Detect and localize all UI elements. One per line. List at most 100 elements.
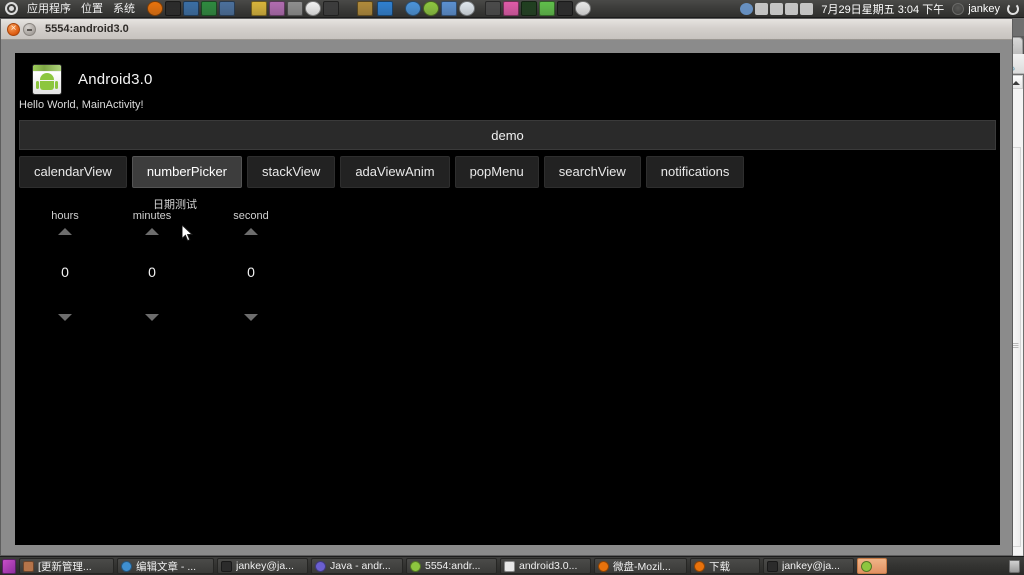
taskbar-item[interactable]: jankey@ja... xyxy=(217,558,308,574)
taskbar-item-label: 下载 xyxy=(709,560,730,573)
mail-indicator-icon[interactable] xyxy=(800,2,814,15)
chrome-icon[interactable] xyxy=(405,1,421,16)
taskbar-item[interactable]: 下载 xyxy=(690,558,760,574)
bluetooth-icon[interactable] xyxy=(377,1,393,16)
picker-value-minutes[interactable]: 0 xyxy=(148,264,156,280)
user-account-icon[interactable] xyxy=(740,2,754,15)
taskbar-item[interactable] xyxy=(857,558,887,574)
taskbar-item-label: jankey@ja... xyxy=(236,560,294,572)
arrow-up-icon[interactable] xyxy=(145,228,159,235)
user-menu-icon[interactable] xyxy=(952,2,965,15)
tab-stackview[interactable]: stackView xyxy=(247,156,336,188)
picker-label-minutes: minutes xyxy=(132,210,172,222)
terminal-icon xyxy=(767,560,778,572)
tab-searchview[interactable]: searchView xyxy=(543,156,641,188)
office-calc-icon[interactable] xyxy=(201,1,217,16)
contacts-icon[interactable] xyxy=(441,1,457,16)
picker-value-hours[interactable]: 0 xyxy=(61,264,69,280)
panel-username[interactable]: jankey xyxy=(965,3,1006,15)
chat-balloon-icon[interactable] xyxy=(459,1,475,16)
panel-tray-group: 7月29日星期五 3:04 下午 jankey xyxy=(739,1,1024,17)
arrow-down-icon[interactable] xyxy=(58,314,72,321)
taskbar-item-label: android3.0... xyxy=(519,560,578,572)
taskbar-item[interactable]: android3.0... xyxy=(500,558,591,574)
mail-icon[interactable] xyxy=(305,1,321,16)
workspace-switcher-icon[interactable] xyxy=(357,1,373,16)
taskbar-item[interactable]: 编辑文章 - ... xyxy=(117,558,214,574)
menu-places[interactable]: 位置 xyxy=(76,0,108,18)
document-icon xyxy=(504,560,515,572)
menu-applications[interactable]: 应用程序 xyxy=(22,0,76,18)
archive-manager-icon[interactable] xyxy=(287,1,303,16)
check-monitor-icon[interactable] xyxy=(539,1,555,16)
picker-label-hours: hours xyxy=(51,210,79,222)
gimp-icon[interactable] xyxy=(219,1,235,16)
screenshot-icon[interactable] xyxy=(183,1,199,16)
keyboard-indicator-icon[interactable] xyxy=(770,2,784,15)
arrow-up-icon[interactable] xyxy=(244,228,258,235)
hello-world-text: Hello World, MainActivity! xyxy=(19,99,144,111)
firefox-icon[interactable] xyxy=(147,1,163,16)
taskbar-item-label: 微盘-Mozil... xyxy=(613,560,671,573)
console-icon[interactable] xyxy=(323,1,339,16)
tab-numberpicker[interactable]: numberPicker xyxy=(131,156,243,188)
ubuntu-logo-icon[interactable] xyxy=(5,2,18,15)
users-icon[interactable] xyxy=(423,1,439,16)
firefox-icon xyxy=(121,560,132,572)
tab-popmenu[interactable]: popMenu xyxy=(454,156,539,188)
close-icon[interactable] xyxy=(7,22,20,36)
picker-column-hours: hours 0 xyxy=(20,196,110,326)
desktop-root: 应用程序 位置 系统 7月29日星期五 3:04 下午 jankey 🔧 xyxy=(0,0,1024,575)
search-icon[interactable] xyxy=(575,1,591,16)
picker-column-minutes: minutes 0 xyxy=(107,196,197,326)
taskbar-item[interactable]: Java - andr... xyxy=(311,558,403,574)
window-title: 5554:android3.0 xyxy=(45,23,129,35)
arrow-up-icon[interactable] xyxy=(58,228,72,235)
eclipse-icon xyxy=(315,560,326,572)
bottom-taskbar: [更新管理... 编辑文章 - ... jankey@ja... Java - and… xyxy=(0,556,1024,575)
minimize-icon[interactable] xyxy=(23,22,36,36)
wifi-icon[interactable] xyxy=(755,2,769,15)
window-titlebar[interactable]: 5554:android3.0 xyxy=(1,19,1012,40)
emulator-window[interactable]: 5554:android3.0 Android3.0 Hello World, … xyxy=(0,18,1013,556)
terminal-icon[interactable] xyxy=(165,1,181,16)
taskbar-item-label: 编辑文章 - ... xyxy=(136,560,197,573)
taskbar-item[interactable]: [更新管理... xyxy=(19,558,114,574)
taskbar-item[interactable]: 微盘-Mozil... xyxy=(594,558,687,574)
firefox-icon xyxy=(598,560,609,572)
arrow-down-icon[interactable] xyxy=(145,314,159,321)
picker-value-second[interactable]: 0 xyxy=(247,264,255,280)
ekg-monitor-icon[interactable] xyxy=(557,1,573,16)
taskbar-item[interactable]: 5554:andr... xyxy=(406,558,497,574)
show-desktop-icon[interactable] xyxy=(2,558,16,574)
firefox-icon xyxy=(694,560,705,572)
panel-launcher-group xyxy=(140,1,592,16)
android-app-icon xyxy=(33,64,61,94)
broom-cleanup-icon[interactable] xyxy=(251,1,267,16)
display-settings-icon[interactable] xyxy=(269,1,285,16)
update-manager-icon xyxy=(23,560,34,572)
tray-icon-group xyxy=(739,2,814,15)
remote-desktop-icon[interactable] xyxy=(485,1,501,16)
taskbar-item-label: jankey@ja... xyxy=(782,560,840,572)
emulator-screen[interactable]: Android3.0 Hello World, MainActivity! de… xyxy=(15,53,1000,545)
tab-calendarview[interactable]: calendarView xyxy=(19,156,127,188)
pink-device-icon[interactable] xyxy=(503,1,519,16)
taskbar-item-label: [更新管理... xyxy=(38,560,92,573)
picker-column-second: second 0 xyxy=(206,196,296,326)
system-monitor-icon[interactable] xyxy=(521,1,537,16)
page-title: Android3.0 xyxy=(78,70,153,88)
volume-icon[interactable] xyxy=(785,2,799,15)
panel-clock[interactable]: 7月29日星期五 3:04 下午 xyxy=(814,1,951,17)
arrow-down-icon[interactable] xyxy=(244,314,258,321)
taskbar-item[interactable]: jankey@ja... xyxy=(763,558,854,574)
trash-icon[interactable] xyxy=(1009,559,1020,573)
demo-bar: demo xyxy=(19,120,996,150)
power-icon[interactable] xyxy=(1007,2,1019,15)
tab-notifications[interactable]: notifications xyxy=(645,156,745,188)
taskbar-item-label: Java - andr... xyxy=(330,560,391,572)
menu-system[interactable]: 系统 xyxy=(108,0,140,18)
taskbar-item-group: [更新管理... 编辑文章 - ... jankey@ja... Java - and… xyxy=(19,558,890,574)
picker-label-second: second xyxy=(233,210,269,222)
tab-adaviewanim[interactable]: adaViewAnim xyxy=(340,156,450,188)
